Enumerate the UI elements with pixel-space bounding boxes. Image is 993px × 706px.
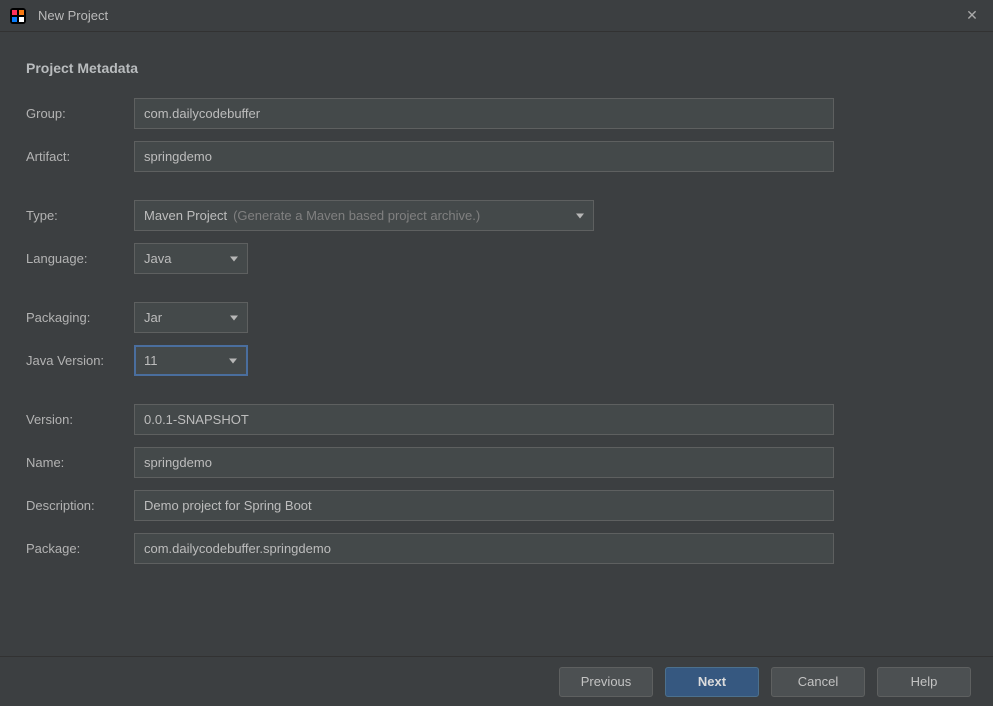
- java-version-dropdown[interactable]: 11: [134, 345, 248, 376]
- row-type: Type: Maven Project (Generate a Maven ba…: [26, 200, 967, 231]
- version-field[interactable]: [134, 404, 834, 435]
- label-name: Name:: [26, 455, 134, 470]
- java-version-value: 11: [144, 353, 158, 368]
- row-version: Version:: [26, 404, 967, 435]
- close-icon[interactable]: ✕: [965, 8, 979, 22]
- row-name: Name:: [26, 447, 967, 478]
- row-package: Package:: [26, 533, 967, 564]
- cancel-button[interactable]: Cancel: [771, 667, 865, 697]
- label-artifact: Artifact:: [26, 149, 134, 164]
- row-group: Group:: [26, 98, 967, 129]
- next-button[interactable]: Next: [665, 667, 759, 697]
- packaging-value: Jar: [144, 310, 162, 325]
- type-dropdown[interactable]: Maven Project (Generate a Maven based pr…: [134, 200, 594, 231]
- chevron-down-icon: [230, 256, 238, 261]
- label-version: Version:: [26, 412, 134, 427]
- row-artifact: Artifact:: [26, 141, 967, 172]
- artifact-field[interactable]: [134, 141, 834, 172]
- row-language: Language: Java: [26, 243, 967, 274]
- package-field[interactable]: [134, 533, 834, 564]
- name-field[interactable]: [134, 447, 834, 478]
- label-language: Language:: [26, 251, 134, 266]
- section-title: Project Metadata: [26, 60, 967, 76]
- help-button[interactable]: Help: [877, 667, 971, 697]
- title-bar: New Project ✕: [0, 0, 993, 32]
- label-java-version: Java Version:: [26, 353, 134, 368]
- label-group: Group:: [26, 106, 134, 121]
- row-packaging: Packaging: Jar: [26, 302, 967, 333]
- label-description: Description:: [26, 498, 134, 513]
- description-field[interactable]: [134, 490, 834, 521]
- type-value: Maven Project: [144, 208, 227, 223]
- app-icon: [10, 8, 26, 24]
- window-title: New Project: [38, 8, 108, 23]
- dialog-footer: Previous Next Cancel Help: [0, 656, 993, 706]
- label-packaging: Packaging:: [26, 310, 134, 325]
- type-hint: (Generate a Maven based project archive.…: [233, 208, 480, 223]
- group-field[interactable]: [134, 98, 834, 129]
- row-description: Description:: [26, 490, 967, 521]
- row-java-version: Java Version: 11: [26, 345, 967, 376]
- chevron-down-icon: [230, 315, 238, 320]
- dialog-content: Project Metadata Group: Artifact: Type: …: [0, 32, 993, 564]
- language-value: Java: [144, 251, 171, 266]
- language-dropdown[interactable]: Java: [134, 243, 248, 274]
- packaging-dropdown[interactable]: Jar: [134, 302, 248, 333]
- label-type: Type:: [26, 208, 134, 223]
- chevron-down-icon: [229, 358, 237, 363]
- label-package: Package:: [26, 541, 134, 556]
- chevron-down-icon: [576, 213, 584, 218]
- previous-button[interactable]: Previous: [559, 667, 653, 697]
